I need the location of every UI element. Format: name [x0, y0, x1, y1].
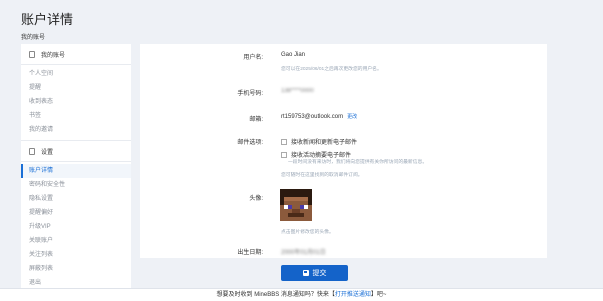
sidebar-item-logout[interactable]: 退出: [21, 276, 131, 288]
sidebar-item-alerts[interactable]: 提醒: [21, 81, 131, 95]
email-options-label: 邮件选项:: [237, 140, 263, 146]
sidebar-item-invites[interactable]: 我的邀请: [21, 123, 131, 137]
sidebar-item-ignoring[interactable]: 屏蔽列表: [21, 262, 131, 276]
sidebar-item-following[interactable]: 关注列表: [21, 248, 131, 262]
birthday-value: 2000年01月01日: [281, 250, 326, 256]
phone-value: 138****0000: [281, 88, 314, 94]
birthday-label: 出生日期:: [237, 250, 263, 256]
document-icon: [29, 147, 35, 155]
enable-push-link[interactable]: 打开推送通知: [335, 292, 371, 298]
news-checkbox[interactable]: [281, 139, 287, 146]
email-option-news[interactable]: 接收新闻和更新电子邮件: [281, 137, 357, 146]
sidebar-item-alert-preferences[interactable]: 提醒偏好: [21, 206, 131, 220]
email-value: rt159753@outlook.com: [281, 114, 344, 120]
page-title: 账户详情: [21, 12, 74, 27]
change-email-link[interactable]: 更改: [347, 114, 357, 120]
email-row: rt159753@outlook.com 更改: [281, 113, 357, 120]
email-options-hint: 您可随时在这里找到的取消邮件订阅。: [281, 173, 363, 178]
avatar-hint: 点击图片修改您的头像。: [281, 230, 334, 235]
avatar-label: 头像:: [249, 196, 263, 202]
sidebar-item-account-details[interactable]: 账户详情: [21, 164, 131, 178]
sidebar-item-connected-accounts[interactable]: 关联账户: [21, 234, 131, 248]
submit-button[interactable]: 提交: [281, 265, 348, 281]
phone-label: 手机号码:: [237, 91, 263, 97]
sidebar-item-bookmarks[interactable]: 书签: [21, 109, 131, 123]
avatar-image: [280, 189, 312, 221]
banner-text: 想要及时收到 MineBBS 消息通知吗？快来【: [216, 292, 335, 298]
account-details-panel: 用户名: Gao Jian 您可以在2025/06/01之后再次更改您的用户名。…: [140, 44, 547, 258]
sidebar-item-reactions[interactable]: 收到表态: [21, 95, 131, 109]
email-option-news-label: 接收新闻和更新电子邮件: [291, 140, 358, 146]
email-option-digest-hint: 一段时间没有来访时，我们将向您提供有关你所访问的最新信息。: [288, 160, 428, 165]
banner-suffix: 】吧~: [370, 292, 387, 298]
sidebar-header-settings: 设置: [21, 140, 131, 161]
sidebar-item-profile[interactable]: 个人空间: [21, 67, 131, 81]
username-label: 用户名:: [243, 55, 263, 61]
sidebar-item-password-security[interactable]: 密码和安全性: [21, 178, 131, 192]
username-value: Gao Jian: [281, 52, 306, 58]
document-icon: [29, 50, 35, 58]
sidebar-nav: 我的账号 个人空间 提醒 收到表态 书签 我的邀请 设置 账户详情 密码和安全性…: [21, 44, 131, 288]
sidebar-item-privacy[interactable]: 隐私设置: [21, 192, 131, 206]
submit-label: 提交: [312, 270, 327, 277]
sidebar-header-account: 我的账号: [21, 44, 131, 64]
push-notification-banner: 想要及时收到 MineBBS 消息通知吗？快来【打开推送通知】吧~: [0, 288, 603, 301]
save-icon: [302, 270, 309, 276]
sidebar-item-upgrade-vip[interactable]: 升级VIP: [21, 220, 131, 234]
avatar[interactable]: [280, 189, 312, 221]
sidebar-header-label: 我的账号: [41, 52, 66, 59]
email-label: 邮箱:: [249, 117, 263, 123]
sidebar-header-label: 设置: [41, 149, 54, 156]
breadcrumb[interactable]: 我的账号: [21, 32, 45, 41]
username-hint: 您可以在2025/06/01之后再次更改您的用户名。: [281, 67, 382, 72]
digest-checkbox[interactable]: [281, 152, 287, 159]
